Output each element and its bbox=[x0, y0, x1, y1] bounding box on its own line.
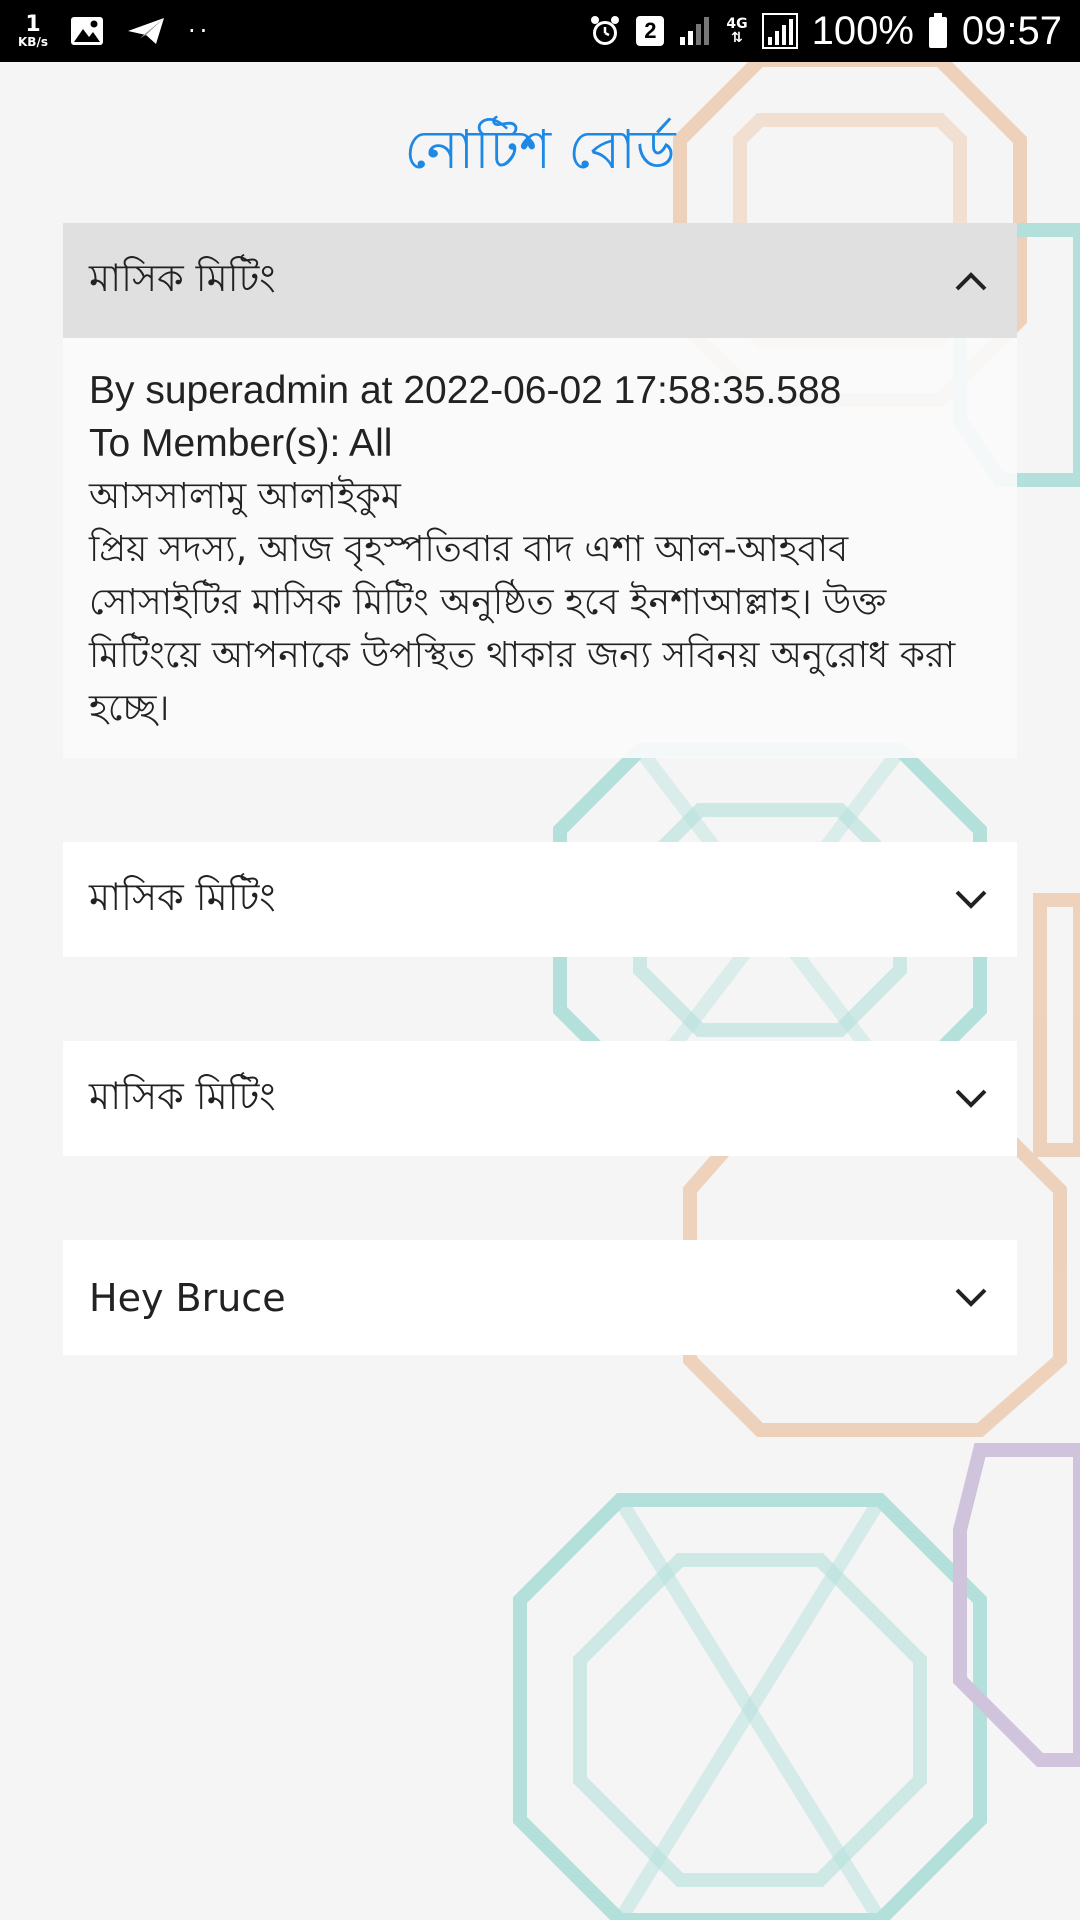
alarm-icon bbox=[588, 14, 622, 48]
status-bar: 1 KB/s ·· 2 4G ⇅ 100% 09:57 bbox=[0, 0, 1080, 62]
notice-panel: Hey Bruce bbox=[63, 1240, 1017, 1355]
notice-panel: মাসিক মিটিং By superadmin at 2022-06-02 … bbox=[63, 223, 1017, 758]
screen: 1 KB/s ·· 2 4G ⇅ 100% 09:57 নোটিশ বোর্ড … bbox=[0, 0, 1080, 1920]
network-type-label: 4G ⇅ bbox=[726, 16, 748, 46]
notice-panel: মাসিক মিটিং bbox=[63, 842, 1017, 957]
battery-icon bbox=[928, 13, 948, 49]
network-speed-unit: KB/s bbox=[18, 35, 48, 49]
send-icon bbox=[126, 16, 166, 46]
notice-title: মাসিক মিটিং bbox=[89, 874, 276, 919]
notice-author-timestamp: By superadmin at 2022-06-02 17:58:35.588 bbox=[89, 369, 842, 412]
chevron-down-icon[interactable] bbox=[951, 1278, 991, 1318]
notice-greeting: আসসালামু আলাইকুম bbox=[89, 476, 401, 517]
notice-header[interactable]: Hey Bruce bbox=[63, 1240, 1017, 1355]
signal-strength-icon-2 bbox=[761, 13, 798, 49]
more-notifications-icon: ·· bbox=[187, 17, 212, 45]
notice-title: Hey Bruce bbox=[89, 1275, 286, 1320]
signal-strength-icon bbox=[678, 15, 712, 47]
notice-title: মাসিক মিটিং bbox=[89, 1073, 276, 1118]
notice-list: মাসিক মিটিং By superadmin at 2022-06-02 … bbox=[63, 223, 1017, 1439]
notice-header[interactable]: মাসিক মিটিং bbox=[63, 842, 1017, 957]
network-speed-value: 1 bbox=[25, 12, 41, 37]
notice-panel: মাসিক মিটিং bbox=[63, 1041, 1017, 1156]
battery-percent: 100% bbox=[811, 8, 914, 53]
notice-body: By superadmin at 2022-06-02 17:58:35.588… bbox=[63, 338, 1017, 758]
chevron-down-icon[interactable] bbox=[951, 880, 991, 920]
notice-message: প্রিয় সদস্য, আজ বৃহস্পতিবার বাদ এশা আল-… bbox=[89, 529, 956, 729]
gallery-icon bbox=[70, 16, 104, 46]
notice-header[interactable]: মাসিক মিটিং bbox=[63, 1041, 1017, 1156]
chevron-down-icon[interactable] bbox=[951, 1079, 991, 1119]
notice-title: মাসিক মিটিং bbox=[89, 255, 276, 300]
chevron-up-icon[interactable] bbox=[951, 261, 991, 301]
notice-header[interactable]: মাসিক মিটিং bbox=[63, 223, 1017, 338]
sim-slot-badge: 2 bbox=[636, 16, 665, 46]
network-speed-indicator: 1 KB/s bbox=[18, 12, 48, 49]
notice-recipients: To Member(s): All bbox=[89, 422, 393, 465]
page-title: নোটিশ বোর্ড bbox=[404, 118, 676, 181]
status-clock: 09:57 bbox=[961, 8, 1062, 53]
network-type-text: 4G bbox=[726, 16, 748, 32]
